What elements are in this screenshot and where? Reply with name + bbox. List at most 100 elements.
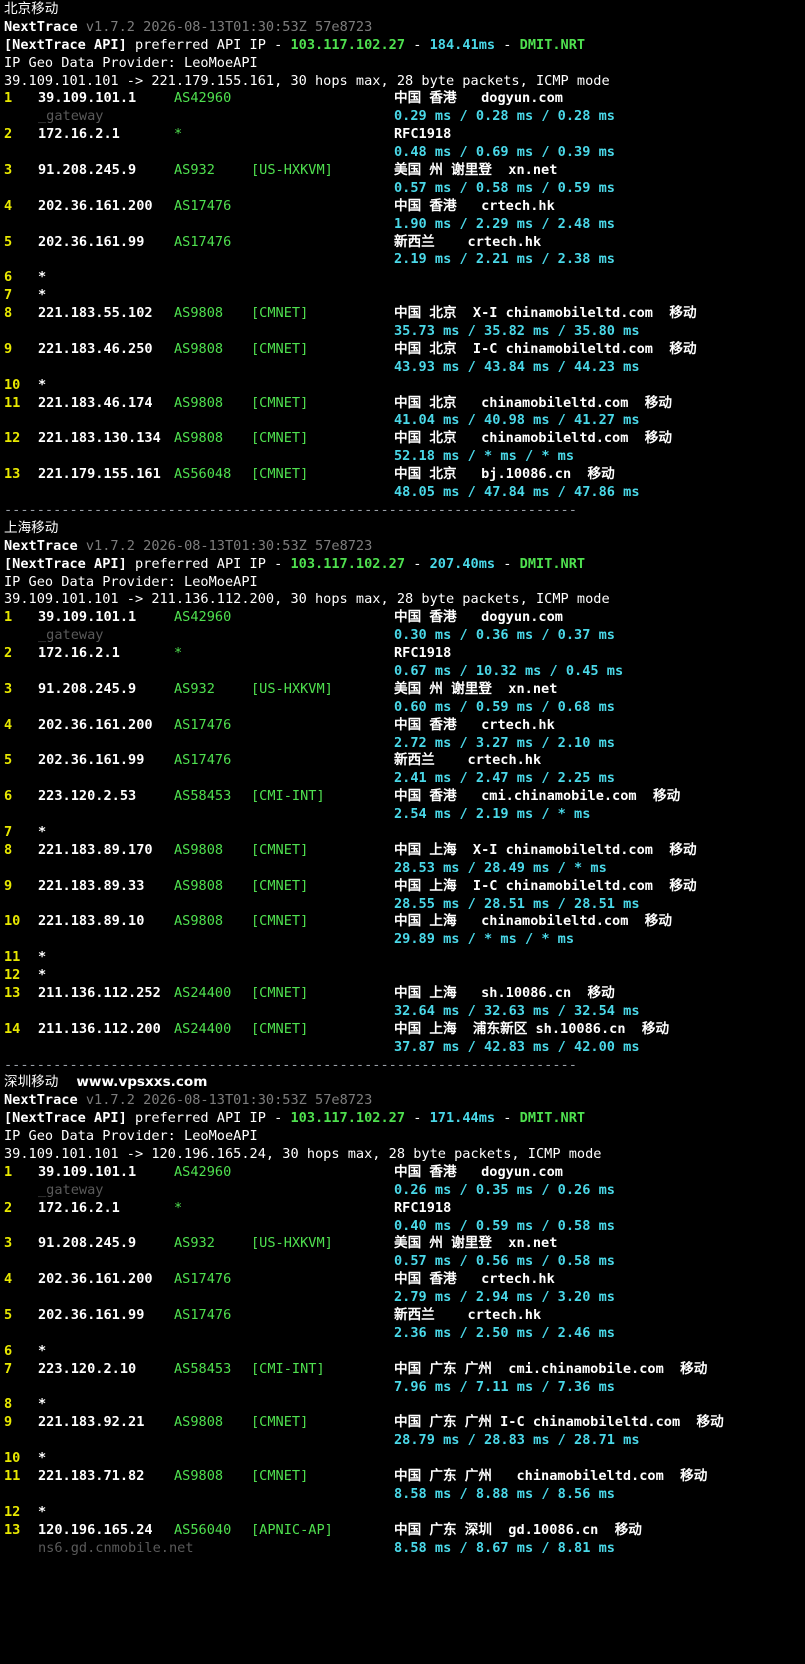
hop-ip: 120.196.165.24 — [38, 1521, 153, 1538]
hop-tag: [APNIC-AP] — [251, 1521, 333, 1538]
hop-number: 7 — [4, 1360, 13, 1377]
api-sep: - — [495, 1110, 520, 1127]
app-version: v1.7.2 2026-08-13T01:30:53Z 57e8723 — [85, 537, 373, 554]
hop-tag: [US-HXKVM] — [251, 680, 333, 697]
hop-rtt: 37.87 ms / 42.83 ms / 42.00 ms — [394, 1038, 640, 1055]
hop-rtt-row: 2.36 ms / 2.50 ms / 2.46 ms — [4, 1325, 805, 1343]
hop-row: 2 172.16.2.1 * RFC1918 — [4, 126, 805, 144]
hop-rtt: 48.05 ms / 47.84 ms / 47.86 ms — [394, 484, 640, 501]
hop-rtt: 2.19 ms / 2.21 ms / 2.38 ms — [394, 251, 615, 268]
hop-row: 6 223.120.2.53 AS58453 [CMI-INT] 中国 香港 cmi.c… — [4, 788, 805, 806]
hop-rtt: 28.53 ms / 28.49 ms / * ms — [394, 859, 607, 876]
hop-number: 7 — [4, 287, 13, 304]
hop-asn: AS9808 — [174, 913, 224, 930]
hop-ip: * — [38, 1396, 47, 1413]
route-summary: 39.109.101.101 -> 120.196.165.24, 30 hop… — [4, 1146, 602, 1162]
hop-tag: [CMNET] — [251, 913, 309, 930]
hop-rtt-row: 32.64 ms / 32.63 ms / 32.54 ms — [4, 1003, 805, 1021]
trace-title: 深圳移动 — [4, 1074, 59, 1091]
trace-title-line: 深圳移动 www.vpsxxs.com — [4, 1074, 805, 1092]
hop-rtt-row: 29.89 ms / * ms / * ms — [4, 931, 805, 949]
route-line: 39.109.101.101 -> 221.179.155.161, 30 ho… — [4, 73, 805, 91]
route-line: 39.109.101.101 -> 211.136.112.200, 30 ho… — [4, 591, 805, 609]
hop-geo: 中国 上海 I-C chinamobileltd.com 移动 — [394, 877, 697, 894]
hop-number: 10 — [4, 913, 21, 930]
hop-rtt-row: 0.48 ms / 0.69 ms / 0.39 ms — [4, 144, 805, 162]
hop-number: 5 — [4, 752, 13, 769]
hop-asn: * — [174, 645, 183, 662]
hop-tag: [CMNET] — [251, 1468, 309, 1485]
api-latency: 184.41ms — [429, 36, 496, 53]
hop-number: 13 — [4, 984, 21, 1001]
hop-ip: 211.136.112.200 — [38, 1020, 161, 1037]
hop-ip: * — [38, 1503, 47, 1520]
app-name: NextTrace — [4, 537, 78, 554]
hop-rtt: 0.29 ms / 0.28 ms / 0.28 ms — [394, 108, 615, 125]
hop-number: 11 — [4, 949, 21, 966]
separator-line: ----------------------------------------… — [4, 502, 805, 520]
hop-row: 10 * — [4, 1450, 805, 1468]
hop-number: 6 — [4, 269, 13, 286]
hop-number: 8 — [4, 305, 13, 322]
hop-asn: AS9808 — [174, 394, 224, 411]
hop-asn: AS17476 — [174, 752, 232, 769]
hop-asn: AS932 — [174, 680, 215, 697]
hop-rtt: 0.48 ms / 0.69 ms / 0.39 ms — [394, 144, 615, 161]
hop-tag: [CMNET] — [251, 877, 309, 894]
hop-number: 11 — [4, 1468, 21, 1485]
trace-title: 北京移动 — [4, 1, 59, 17]
hop-tag: [CMNET] — [251, 984, 309, 1001]
hop-rtt-row: 2.41 ms / 2.47 ms / 2.25 ms — [4, 770, 805, 788]
api-sep: - — [405, 555, 430, 572]
hop-ip: * — [38, 287, 47, 304]
hop-ip: 211.136.112.252 — [38, 984, 161, 1001]
hop-geo: 中国 香港 dogyun.com — [394, 609, 563, 626]
hop-number: 7 — [4, 823, 13, 840]
geo-provider-line: IP Geo Data Provider: LeoMoeAPI — [4, 1128, 805, 1146]
hop-number: 10 — [4, 376, 21, 393]
hop-asn: AS42960 — [174, 1163, 232, 1180]
hop-rtt: 29.89 ms / * ms / * ms — [394, 931, 575, 948]
hop-asn: AS58453 — [174, 1360, 232, 1377]
hop-ip: 202.36.161.200 — [38, 1271, 153, 1288]
hop-row: 8 221.183.55.102 AS9808 [CMNET] 中国 北京 X-I ch… — [4, 305, 805, 323]
hop-row: 5 202.36.161.99 AS17476 新西兰 crtech.hk — [4, 234, 805, 252]
hop-row: 9 221.183.92.21 AS9808 [CMNET] 中国 广东 广州 I-C … — [4, 1414, 805, 1432]
hop-row: 8 221.183.89.170 AS9808 [CMNET] 中国 上海 X-I ch… — [4, 842, 805, 860]
api-line: [NextTrace API] preferred API IP - 103.1… — [4, 37, 805, 55]
geo-provider-line: IP Geo Data Provider: LeoMoeAPI — [4, 574, 805, 592]
hop-number: 14 — [4, 1020, 21, 1037]
app-name: NextTrace — [4, 18, 78, 35]
hop-geo: 新西兰 crtech.hk — [394, 752, 542, 769]
hop-number: 8 — [4, 1396, 13, 1413]
hop-row: 3 91.208.245.9 AS932 [US-HXKVM] 美国 州 谢里登 xn.… — [4, 1235, 805, 1253]
hop-rtt: 1.90 ms / 2.29 ms / 2.48 ms — [394, 215, 615, 232]
hop-ip: * — [38, 1450, 47, 1467]
hop-rtt-row: 2.72 ms / 3.27 ms / 2.10 ms — [4, 735, 805, 753]
hop-rtt: 28.55 ms / 28.51 ms / 28.51 ms — [394, 895, 640, 912]
hop-asn: AS56040 — [174, 1521, 232, 1538]
hop-rtt-row: 2.54 ms / 2.19 ms / * ms — [4, 806, 805, 824]
hop-asn: AS17476 — [174, 1307, 232, 1324]
hop-tag: [CMNET] — [251, 841, 309, 858]
hop-row: 2 172.16.2.1 * RFC1918 — [4, 1200, 805, 1218]
hop-geo: 美国 州 谢里登 xn.net — [394, 680, 558, 697]
hop-rtt: 8.58 ms / 8.67 ms / 8.81 ms — [394, 1539, 615, 1556]
hop-number: 12 — [4, 1503, 21, 1520]
api-latency: 171.44ms — [429, 1110, 496, 1127]
hop-rtt-row: 43.93 ms / 43.84 ms / 44.23 ms — [4, 359, 805, 377]
hop-rtt: 35.73 ms / 35.82 ms / 35.80 ms — [394, 323, 640, 340]
hop-tag: [CMNET] — [251, 430, 309, 447]
hop-ip: * — [38, 1342, 47, 1359]
hop-geo: 中国 北京 I-C chinamobileltd.com 移动 — [394, 340, 697, 357]
hop-rtt-row: _gateway 0.29 ms / 0.28 ms / 0.28 ms — [4, 108, 805, 126]
hop-number: 2 — [4, 645, 13, 662]
hop-asn: AS9808 — [174, 877, 224, 894]
hop-asn: AS24400 — [174, 984, 232, 1001]
hop-number: 3 — [4, 1235, 13, 1252]
hop-asn: AS9808 — [174, 430, 224, 447]
trace-title-line: 北京移动 — [4, 1, 805, 19]
hop-number: 9 — [4, 1414, 13, 1431]
hop-row: 3 91.208.245.9 AS932 [US-HXKVM] 美国 州 谢里登 xn.… — [4, 681, 805, 699]
hop-row: 12 * — [4, 1504, 805, 1522]
